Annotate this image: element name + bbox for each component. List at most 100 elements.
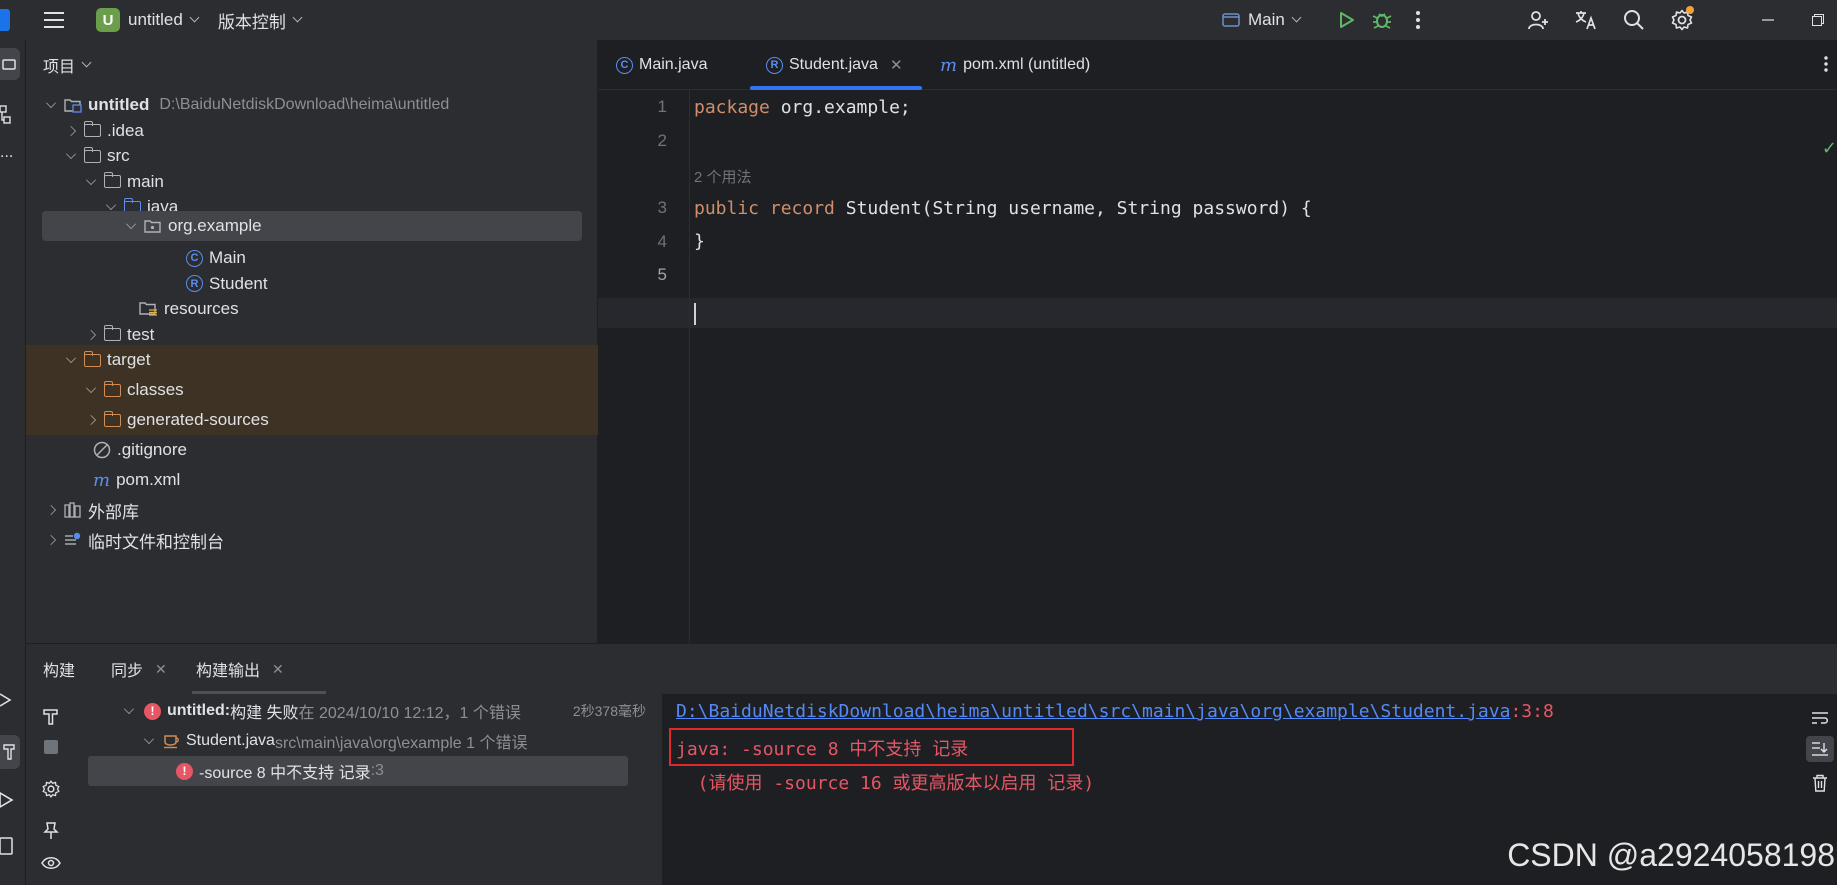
translate-button[interactable]	[1568, 2, 1604, 38]
eye-icon	[41, 857, 61, 869]
output-toolbar	[1803, 694, 1837, 885]
chevron-down-icon[interactable]	[86, 174, 96, 185]
build-results-tree: ! untitled: 构建 失败 在 2024/10/10 12:12，1 个…	[82, 694, 650, 885]
pin-button[interactable]	[43, 822, 59, 845]
tree-item-generated-sources[interactable]: generated-sources	[26, 405, 598, 435]
close-tab-icon[interactable]: ✕	[890, 56, 903, 74]
soft-wrap-button[interactable]	[1811, 710, 1829, 731]
debug-button[interactable]	[1364, 2, 1400, 38]
folder-icon	[103, 325, 121, 341]
tree-item-pom[interactable]: m pom.xml	[26, 465, 598, 495]
build-tool-button[interactable]	[0, 735, 20, 769]
code-line-1[interactable]: package org.example;	[694, 97, 911, 118]
more-vertical-icon	[1416, 11, 1420, 29]
restore-button[interactable]	[1798, 2, 1837, 38]
tree-item-target[interactable]: target	[26, 345, 598, 375]
editor-tab-options-button[interactable]	[1823, 55, 1829, 78]
build-error-row[interactable]: ! -source 8 中不支持 记录 :3	[88, 756, 628, 786]
add-user-icon	[1528, 11, 1548, 30]
vcs-menu[interactable]: 版本控制	[218, 8, 286, 33]
project-switcher[interactable]: untitled	[128, 10, 183, 30]
tab-build-output[interactable]: 构建输出 ✕	[196, 644, 284, 694]
run-tool-button[interactable]	[0, 792, 20, 812]
gear-icon	[42, 780, 60, 798]
services-tool-button[interactable]	[0, 692, 20, 712]
text-caret	[694, 303, 696, 325]
stop-button[interactable]	[44, 740, 58, 754]
chevron-down-icon	[189, 12, 200, 23]
chevron-right-icon[interactable]	[46, 535, 56, 545]
chevron-right-icon[interactable]	[86, 415, 96, 425]
project-panel-title[interactable]: 项目	[43, 53, 75, 77]
run-config-icon	[1222, 13, 1240, 27]
chevron-down-icon[interactable]	[126, 219, 136, 229]
project-badge[interactable]: U	[96, 8, 120, 32]
view-options-button[interactable]	[41, 856, 61, 875]
chevron-right-icon[interactable]	[46, 505, 56, 515]
more-vertical-icon	[1824, 56, 1828, 72]
tab-pom-xml[interactable]: m pom.xml (untitled)	[940, 40, 1090, 90]
chevron-down-icon[interactable]	[106, 200, 116, 210]
code-line-4[interactable]: }	[694, 231, 705, 252]
run-config-selector[interactable]: Main	[1248, 10, 1285, 30]
tree-item-classes[interactable]: classes	[26, 375, 598, 405]
chevron-down-icon[interactable]	[86, 383, 96, 393]
folder-icon	[83, 121, 101, 137]
module-folder-icon	[64, 99, 82, 113]
main-menu-icon[interactable]	[44, 5, 74, 35]
chevron-down-icon[interactable]	[66, 149, 76, 159]
build-tool-window: 构建 同步 ✕ 构建输出 ✕ ! untitled: 构建 失败 在 2024/…	[26, 643, 1837, 885]
error-icon: !	[176, 762, 193, 780]
more-tools-button[interactable]: ...	[0, 145, 20, 168]
ignore-file-icon	[93, 441, 111, 459]
scratch-icon	[65, 532, 81, 545]
terminal-tool-button[interactable]	[0, 837, 20, 859]
rebuild-button[interactable]	[42, 708, 60, 731]
chevron-down-icon	[1291, 12, 1302, 23]
folder-icon	[103, 172, 121, 188]
close-icon[interactable]: ✕	[155, 661, 167, 678]
tab-student-java[interactable]: R Student.java ✕	[766, 40, 903, 90]
tree-item-gitignore[interactable]: .gitignore	[26, 435, 598, 465]
left-tool-strip: ...	[0, 40, 26, 885]
build-file-row[interactable]: Student.java src\main\java\org\example 1…	[82, 726, 650, 756]
settings-button[interactable]	[1664, 2, 1700, 38]
chevron-down-icon[interactable]	[66, 353, 76, 363]
excluded-folder-icon	[83, 350, 101, 367]
title-bar: U untitled 版本控制 Main	[0, 0, 1837, 40]
more-actions-button[interactable]	[1400, 2, 1436, 38]
scroll-to-end-icon	[1812, 742, 1828, 756]
minimize-icon	[1762, 19, 1774, 21]
chevron-right-icon[interactable]	[86, 329, 96, 340]
clear-output-button[interactable]	[1812, 774, 1828, 797]
output-error-line: java: -source 8 中不支持 记录	[676, 739, 969, 760]
structure-icon	[0, 105, 11, 124]
code-line-3[interactable]: public record Student(String username, S…	[694, 198, 1312, 219]
usages-hint[interactable]: 2 个用法	[694, 166, 752, 187]
minimize-button[interactable]	[1738, 2, 1798, 38]
file-link[interactable]: D:\BaiduNetdiskDownload\heima\untitled\s…	[676, 701, 1510, 722]
tab-sync[interactable]: 同步 ✕	[111, 644, 167, 694]
scroll-to-end-button[interactable]	[1806, 736, 1834, 762]
chevron-down-icon[interactable]	[144, 734, 154, 744]
tree-item-external-libraries[interactable]: 外部库	[26, 495, 598, 525]
run-button[interactable]	[1328, 2, 1364, 38]
search-everywhere-button[interactable]	[1616, 2, 1652, 38]
build-output-console[interactable]: D:\BaiduNetdiskDownload\heima\untitled\s…	[662, 694, 1837, 885]
build-settings-button[interactable]	[42, 780, 60, 803]
no-problems-check-icon[interactable]: ✓	[1822, 138, 1837, 159]
project-tool-button[interactable]	[0, 48, 20, 80]
chevron-down-icon[interactable]	[124, 704, 134, 714]
build-root-row[interactable]: ! untitled: 构建 失败 在 2024/10/10 12:12，1 个…	[82, 696, 650, 726]
tree-item-org-example[interactable]: org.example	[42, 211, 582, 241]
output-file-link-line: D:\BaiduNetdiskDownload\heima\untitled\s…	[676, 701, 1554, 722]
trash-icon	[1813, 774, 1827, 792]
code-with-me-button[interactable]	[1520, 2, 1556, 38]
close-icon[interactable]: ✕	[272, 661, 284, 678]
structure-tool-button[interactable]	[0, 104, 20, 128]
chevron-right-icon[interactable]	[66, 125, 76, 136]
tab-main-java[interactable]: C Main.java	[616, 40, 707, 90]
tree-item-scratches[interactable]: 临时文件和控制台	[26, 525, 598, 555]
tab-build[interactable]: 构建	[43, 644, 75, 694]
chevron-down-icon[interactable]	[46, 98, 56, 108]
